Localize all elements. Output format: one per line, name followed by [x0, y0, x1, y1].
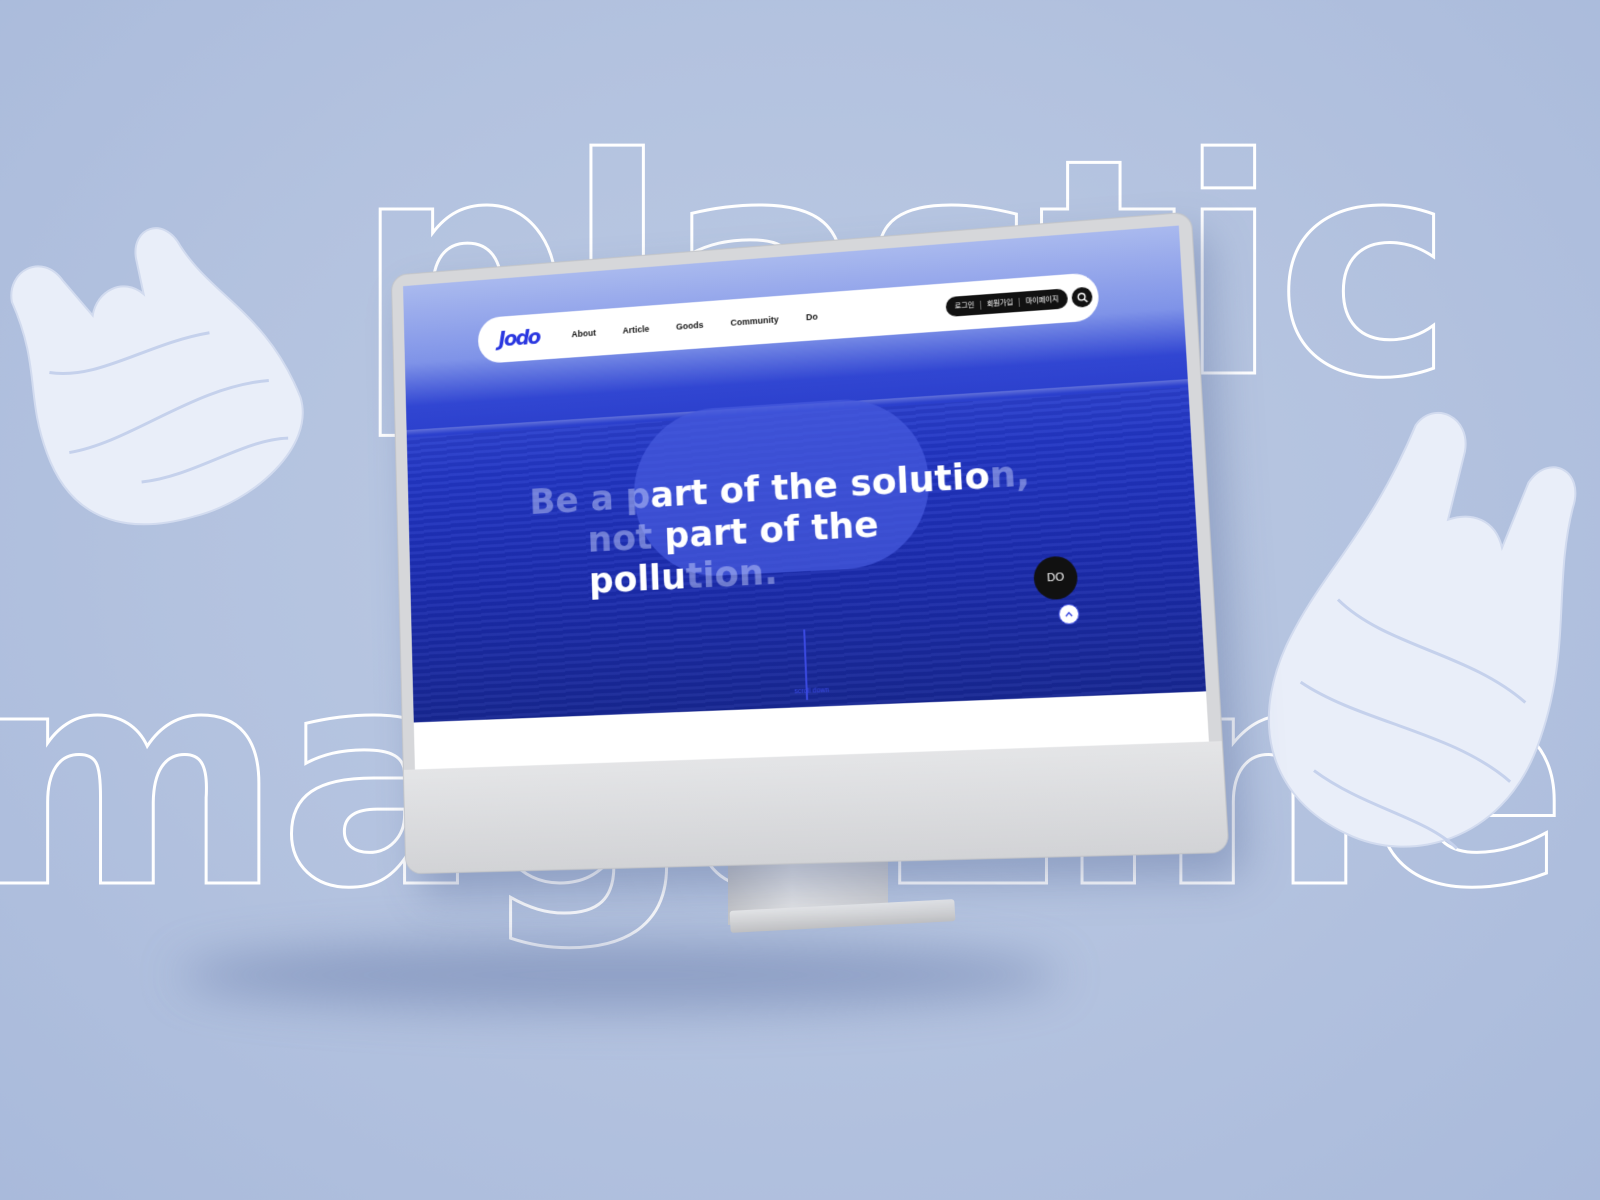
nav-item-goods[interactable]: Goods [676, 320, 704, 332]
plastic-bag-image-left [0, 154, 360, 586]
login-link[interactable]: 로그인 [955, 300, 975, 311]
nav-item-about[interactable]: About [571, 328, 596, 339]
nav-item-article[interactable]: Article [622, 324, 649, 336]
nav-item-community[interactable]: Community [730, 314, 779, 327]
nav-item-do[interactable]: Do [806, 312, 818, 323]
util-divider [1018, 297, 1021, 307]
floor-shadow [180, 940, 1060, 1010]
monitor-screen: Be a part of the solution, not part of t… [403, 225, 1209, 770]
utility-links: 로그인 회원가입 마이페이지 [945, 288, 1069, 318]
site-logo[interactable]: Jodo [498, 324, 547, 352]
search-button[interactable] [1071, 286, 1093, 309]
main-menu: About Article Goods Community Do [571, 312, 818, 340]
monitor: Be a part of the solution, not part of t… [391, 212, 1229, 874]
chevron-up-icon [1065, 611, 1074, 618]
util-divider [979, 300, 982, 310]
mypage-link[interactable]: 마이페이지 [1025, 294, 1058, 306]
search-icon [1076, 291, 1088, 303]
signup-link[interactable]: 회원가입 [987, 297, 1014, 309]
